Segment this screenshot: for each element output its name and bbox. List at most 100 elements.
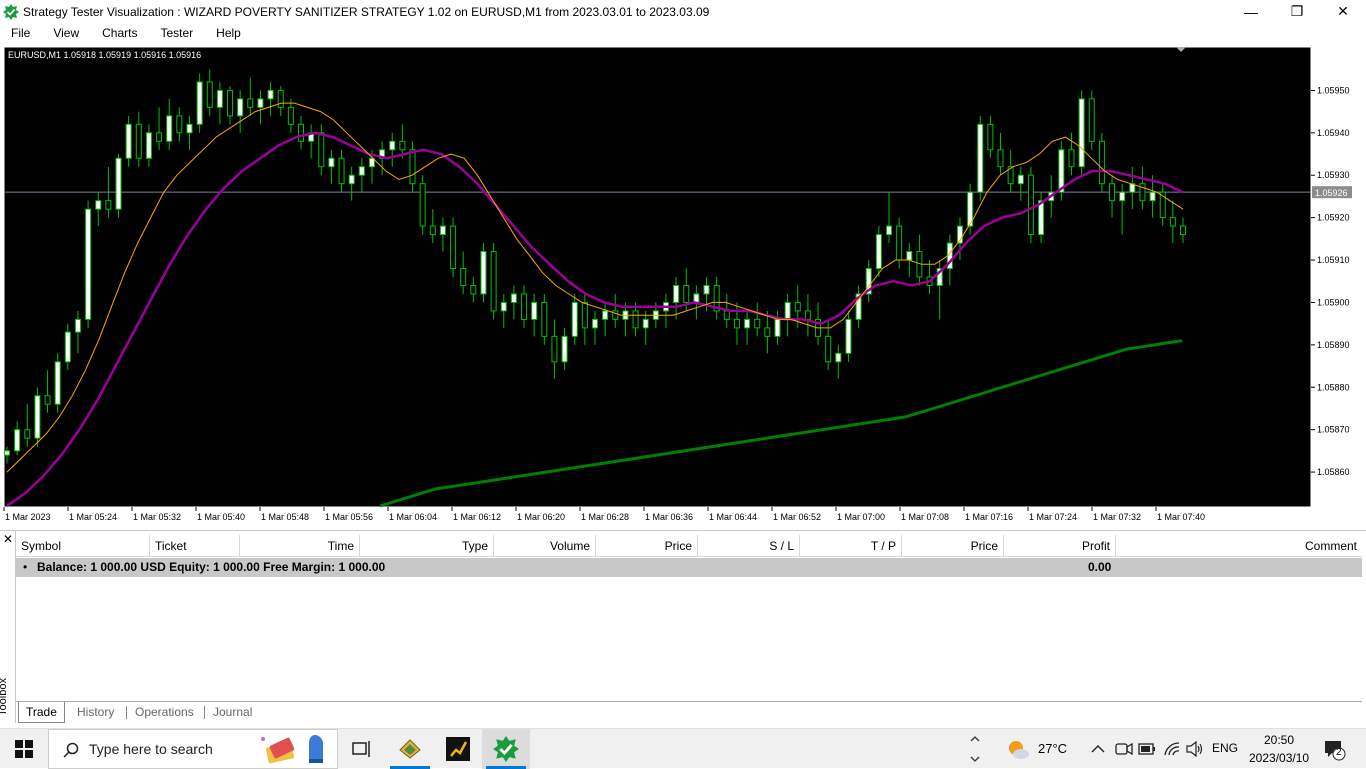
clock-date[interactable]: 2023/03/10: [1249, 751, 1309, 765]
tab-separator: [126, 706, 127, 719]
terminal-app-icon: [399, 739, 421, 759]
minimize-button[interactable]: —: [1228, 0, 1274, 23]
time-label: 1 Mar 06:36: [645, 512, 693, 522]
candle-bull: [237, 98, 244, 117]
col-profit[interactable]: Profit: [1004, 535, 1116, 557]
battery-icon[interactable]: [1138, 742, 1156, 756]
taskbar-app-chart[interactable]: [434, 729, 482, 769]
candle-bear: [135, 123, 142, 159]
price-label: 1.05930: [1317, 170, 1350, 180]
candle-bear: [470, 284, 477, 295]
col-type[interactable]: Type: [360, 535, 494, 557]
candle-bear: [632, 310, 639, 329]
toolbox-label: Toolbox: [0, 678, 9, 716]
col-time[interactable]: Time: [240, 535, 360, 557]
time-label: 1 Mar 06:20: [517, 512, 565, 522]
candle-bear: [754, 318, 761, 329]
candle-bear: [1180, 225, 1186, 236]
time-label: 1 Mar 06:04: [389, 512, 437, 522]
strategy-tester-app-icon: [493, 736, 519, 762]
volume-icon[interactable]: [1186, 741, 1204, 757]
menu-view[interactable]: View: [42, 26, 91, 40]
col-comment[interactable]: Comment: [1116, 535, 1362, 557]
chart-window[interactable]: 1.05926 1.05950 1.05940 1.05930 1.05920 1.05…: [0, 43, 1366, 528]
candle-bull: [115, 157, 122, 210]
menu-tester[interactable]: Tester: [149, 26, 205, 40]
candle-bear: [450, 225, 457, 270]
col-sl[interactable]: S / L: [698, 535, 800, 557]
candle-bear: [287, 106, 294, 125]
window-title: Strategy Tester Visualization : WIZARD P…: [23, 4, 710, 19]
start-button[interactable]: [0, 729, 48, 769]
candle-bull: [774, 318, 781, 337]
balance-row[interactable]: • Balance: 1 000.00 USD Equity: 1 000.00…: [16, 558, 1362, 577]
col-current-price[interactable]: Price: [902, 535, 1004, 557]
candle-bear: [460, 268, 467, 286]
candle-bull: [1149, 191, 1156, 202]
meet-now-icon[interactable]: [1115, 741, 1133, 757]
menu-help[interactable]: Help: [205, 26, 253, 40]
candle-bull: [389, 140, 396, 151]
candle-bull: [95, 200, 102, 210]
candle-bull: [1119, 191, 1126, 202]
candle-bull: [835, 352, 842, 363]
candle-bull: [257, 98, 264, 108]
task-view-button[interactable]: [338, 729, 386, 769]
price-label: 1.05870: [1317, 425, 1350, 435]
candle-bear: [338, 157, 345, 185]
price-label: 1.05860: [1317, 467, 1350, 477]
col-price[interactable]: Price: [596, 535, 698, 557]
col-ticket[interactable]: Ticket: [150, 535, 240, 557]
candle-bear: [764, 327, 771, 337]
taskbar-app-terminal[interactable]: [386, 729, 434, 769]
candle-bull: [673, 284, 680, 303]
candle-bull: [642, 318, 649, 329]
taskbar-search[interactable]: Type here to search: [48, 729, 338, 769]
candle-bear: [581, 301, 588, 329]
col-symbol[interactable]: Symbol: [16, 535, 150, 557]
candle-bear: [1088, 98, 1095, 142]
candle-bull: [54, 361, 61, 405]
candle-bull: [561, 335, 568, 363]
clock-time[interactable]: 20:50: [1264, 733, 1294, 747]
tab-journal[interactable]: Journal: [206, 702, 259, 723]
weather-temperature[interactable]: 27°C: [1038, 741, 1067, 756]
time-label: 1 Mar 05:48: [261, 512, 309, 522]
time-label: 1 Mar 07:24: [1029, 512, 1077, 522]
candle-bull: [531, 301, 538, 320]
candle-bear: [206, 81, 213, 108]
time-label: 1 Mar 06:44: [709, 512, 757, 522]
taskbar-app-strategy-tester[interactable]: [482, 729, 530, 769]
wifi-icon[interactable]: [1163, 741, 1181, 757]
candle-bull: [875, 234, 882, 270]
menu-charts[interactable]: Charts: [91, 26, 149, 40]
time-label: 1 Mar 07:16: [965, 512, 1013, 522]
tab-operations[interactable]: Operations: [128, 702, 201, 723]
maximize-button[interactable]: ❐: [1274, 0, 1320, 23]
tab-history[interactable]: History: [70, 702, 121, 723]
col-tp[interactable]: T / P: [800, 535, 902, 557]
close-button[interactable]: ✕: [1320, 0, 1366, 23]
candle-bull: [571, 301, 578, 337]
current-price-label: 1.05926: [1315, 188, 1348, 198]
time-label: 1 Mar 07:00: [837, 512, 885, 522]
notifications-count: 2: [1336, 747, 1342, 758]
candle-bull: [74, 318, 81, 333]
price-chart[interactable]: 1.05926 1.05950 1.05940 1.05930 1.05920 1.05…: [0, 43, 1366, 528]
candle-bear: [723, 310, 730, 320]
language-indicator[interactable]: ENG: [1212, 741, 1238, 755]
candle-bear: [1098, 140, 1105, 185]
time-label: 1 Mar 06:28: [581, 512, 629, 522]
menu-file[interactable]: File: [0, 26, 42, 40]
col-volume[interactable]: Volume: [494, 535, 596, 557]
notifications-icon[interactable]: [1324, 739, 1346, 761]
show-hidden-icons-chevron-icon[interactable]: [1091, 744, 1105, 754]
toolbox-close-icon[interactable]: ✕: [3, 533, 13, 545]
scroll-up-down-icon[interactable]: [970, 734, 980, 764]
candle-bull: [500, 301, 507, 312]
task-view-icon: [352, 741, 370, 757]
price-label: 1.05890: [1317, 340, 1350, 350]
candle-bull: [703, 284, 710, 295]
weather-sun-cloud-icon[interactable]: [1006, 737, 1030, 761]
tab-trade[interactable]: Trade: [18, 702, 65, 723]
